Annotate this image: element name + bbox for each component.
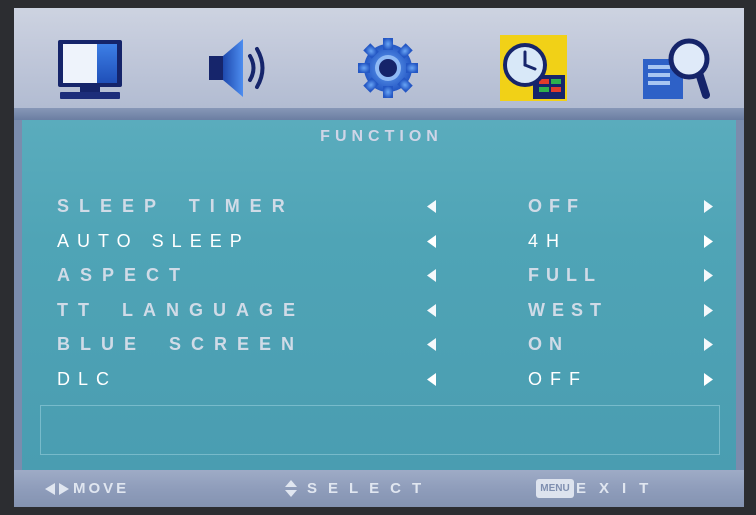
menu-row-auto-sleep[interactable]: AUTO SLEEP 4H <box>22 224 736 259</box>
left-arrow-icon[interactable] <box>427 372 436 386</box>
right-arrow-icon[interactable] <box>704 234 713 248</box>
tab-picture[interactable] <box>54 35 126 101</box>
tab-search[interactable] <box>639 35 711 101</box>
menu-row-aspect[interactable]: ASPECT FULL <box>22 258 736 293</box>
move-hint: MOVE <box>73 480 130 497</box>
left-arrow-icon[interactable] <box>427 234 436 248</box>
right-arrow-icon[interactable] <box>704 372 713 386</box>
menu-title: FUNCTION <box>320 128 443 145</box>
tab-bar-separator <box>14 108 744 120</box>
clock-icon <box>503 43 565 99</box>
menu-row-label: BLUE SCREEN <box>57 334 305 354</box>
menu-row-value: FULL <box>528 265 602 285</box>
menu-row-label: ASPECT <box>57 265 191 285</box>
select-hint: SELECT <box>307 480 433 497</box>
menu-rows: SLEEP TIMER OFF AUTO SLEEP 4H ASPECT FUL… <box>22 189 736 396</box>
menu-row-label: AUTO SLEEP <box>57 230 250 251</box>
menu-row-label: TT LANGUAGE <box>57 299 305 320</box>
exit-hint: EXIT <box>576 480 662 497</box>
right-arrow-icon[interactable] <box>704 200 713 213</box>
left-right-arrows-icon <box>45 483 71 495</box>
up-down-arrows-icon <box>285 480 297 497</box>
empty-info-area <box>40 405 720 455</box>
menu-row-sleep-timer[interactable]: SLEEP TIMER OFF <box>22 189 736 224</box>
tab-settings[interactable] <box>352 35 424 101</box>
menu-row-value: WEST <box>528 299 608 320</box>
left-arrow-icon[interactable] <box>427 338 436 351</box>
menu-row-value: OFF <box>528 368 588 389</box>
tab-sound[interactable] <box>201 35 273 101</box>
left-arrow-icon[interactable] <box>427 303 436 317</box>
function-menu-panel: FUNCTION SLEEP TIMER OFF AUTO SLEEP 4H A… <box>22 120 736 470</box>
speaker-icon <box>209 39 265 97</box>
magnifier-icon <box>643 38 710 99</box>
right-arrow-icon[interactable] <box>704 303 713 317</box>
tab-bar <box>14 8 744 108</box>
menu-row-blue-screen[interactable]: BLUE SCREEN ON <box>22 327 736 362</box>
picture-icon <box>58 40 122 99</box>
menu-row-tt-language[interactable]: TT LANGUAGE WEST <box>22 293 736 328</box>
footer-hint-bar: MOVE SELECT MENU EXIT <box>14 470 744 507</box>
menu-row-dlc[interactable]: DLC OFF <box>22 362 736 397</box>
menu-row-value: OFF <box>528 196 585 216</box>
right-arrow-icon[interactable] <box>704 338 713 351</box>
menu-row-value: 4H <box>528 230 568 251</box>
gear-icon <box>358 38 418 98</box>
osd-screen: FUNCTION SLEEP TIMER OFF AUTO SLEEP 4H A… <box>14 8 744 507</box>
menu-row-value: ON <box>528 334 569 354</box>
left-arrow-icon[interactable] <box>427 200 436 213</box>
menu-key-badge: MENU <box>536 479 574 498</box>
left-arrow-icon[interactable] <box>427 269 436 282</box>
menu-row-label: DLC <box>57 368 118 389</box>
tab-function[interactable] <box>497 35 569 101</box>
right-arrow-icon[interactable] <box>704 269 713 282</box>
menu-row-label: SLEEP TIMER <box>57 196 295 216</box>
